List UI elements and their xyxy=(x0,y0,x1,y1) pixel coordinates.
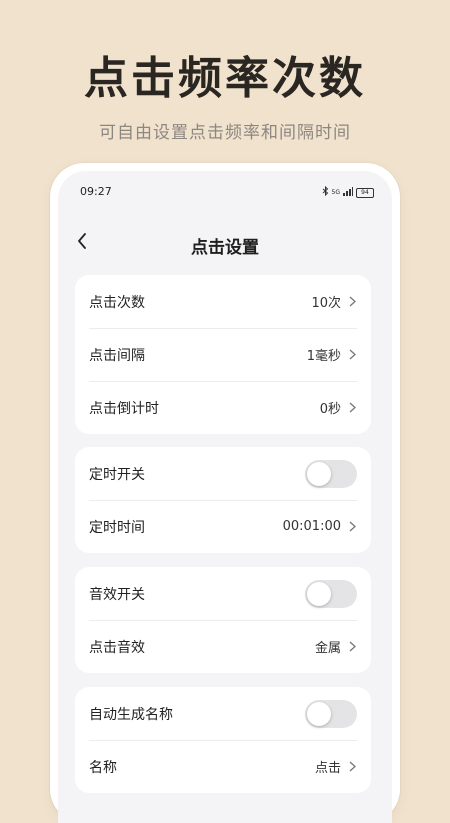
row-label: 自动生成名称 xyxy=(89,706,173,723)
timer-switch-row: 定时开关 xyxy=(75,447,371,500)
row-label: 定时开关 xyxy=(89,466,145,483)
auto-name-row: 自动生成名称 xyxy=(75,687,371,740)
phone-screen: 09:27 5G 94 点击设置 点击次数 10次 点击间隔 1毫秒 点击倒计时… xyxy=(58,171,392,823)
chevron-right-icon xyxy=(349,349,357,361)
timer-settings-card: 定时开关 定时时间 00:01:00 xyxy=(75,447,371,553)
timer-toggle[interactable] xyxy=(305,459,357,488)
sound-switch-row: 音效开关 xyxy=(75,567,371,620)
row-label: 点击次数 xyxy=(89,294,145,311)
click-count-row[interactable]: 点击次数 10次 xyxy=(75,275,371,328)
chevron-right-icon xyxy=(349,402,357,414)
chevron-right-icon xyxy=(349,296,357,308)
row-label: 点击倒计时 xyxy=(89,400,159,417)
name-row[interactable]: 名称 点击 xyxy=(75,740,371,793)
click-countdown-row[interactable]: 点击倒计时 0秒 xyxy=(75,381,371,434)
name-settings-card: 自动生成名称 名称 点击 xyxy=(75,687,371,793)
row-value: 00:01:00 xyxy=(282,519,341,534)
auto-name-toggle[interactable] xyxy=(305,699,357,728)
network-label: 5G xyxy=(331,189,340,196)
status-time: 09:27 xyxy=(80,185,112,198)
row-label: 点击间隔 xyxy=(89,347,145,364)
row-label: 点击音效 xyxy=(89,639,145,656)
sound-toggle[interactable] xyxy=(305,579,357,608)
chevron-right-icon xyxy=(349,761,357,773)
battery-icon: 94 xyxy=(356,187,374,198)
click-interval-row[interactable]: 点击间隔 1毫秒 xyxy=(75,328,371,381)
toggle-knob xyxy=(307,701,331,726)
row-value: 金属 xyxy=(314,641,341,656)
promo-headline: 点击频率次数 xyxy=(84,53,366,104)
page-title: 点击设置 xyxy=(191,238,259,258)
row-value: 1毫秒 xyxy=(306,349,341,364)
nav-bar: 点击设置 xyxy=(58,223,392,263)
battery-level: 94 xyxy=(361,188,369,196)
row-label: 音效开关 xyxy=(89,586,145,603)
row-value: 10次 xyxy=(311,296,341,311)
click-sound-row[interactable]: 点击音效 金属 xyxy=(75,620,371,673)
bluetooth-icon xyxy=(322,185,329,199)
promo-subline: 可自由设置点击频率和间隔时间 xyxy=(99,123,351,143)
timer-time-row[interactable]: 定时时间 00:01:00 xyxy=(75,500,371,553)
status-bar: 09:27 5G 94 xyxy=(58,185,392,201)
click-settings-card: 点击次数 10次 点击间隔 1毫秒 点击倒计时 0秒 xyxy=(75,275,371,434)
sound-settings-card: 音效开关 点击音效 金属 xyxy=(75,567,371,673)
signal-icon xyxy=(343,186,353,199)
chevron-right-icon xyxy=(349,641,357,653)
row-value: 点击 xyxy=(314,761,341,776)
status-icons: 5G 94 xyxy=(322,185,374,199)
row-label: 定时时间 xyxy=(89,519,145,536)
phone-frame: 09:27 5G 94 点击设置 点击次数 10次 点击间隔 1毫秒 点击倒计时… xyxy=(50,163,400,823)
toggle-knob xyxy=(307,581,331,606)
toggle-knob xyxy=(307,461,331,486)
row-value: 0秒 xyxy=(319,402,341,417)
chevron-right-icon xyxy=(349,521,357,533)
row-label: 名称 xyxy=(89,759,117,776)
